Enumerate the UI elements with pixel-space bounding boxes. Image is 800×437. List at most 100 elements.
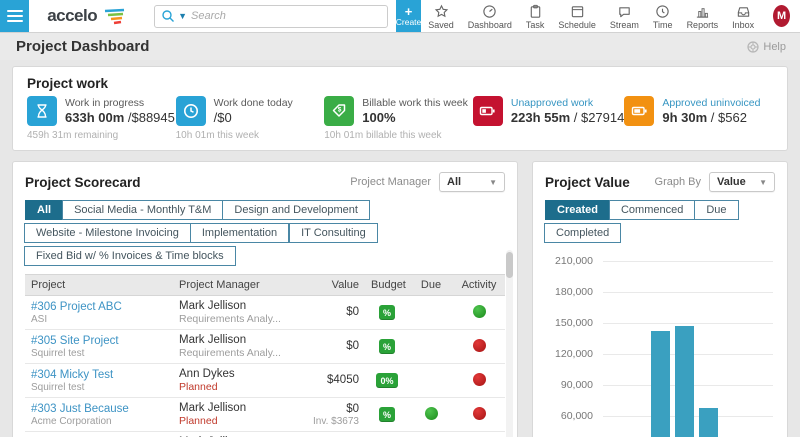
navbar-items: Saved Dashboard Task Schedule Stream Tim… [421,0,761,32]
tab-due[interactable]: Due [694,200,739,220]
stat-subtext [473,130,624,142]
due-status-dot [424,406,438,420]
table-row: #303 Just Because Acme Corporation Mark J… [25,398,505,432]
tab-all[interactable]: All [25,200,64,220]
stat-billable-work: $ Billable work this week 100% 10h 01m b… [324,96,473,142]
project-status: Requirements Analy... [179,347,281,359]
nav-item-reports[interactable]: Reports [680,0,726,32]
chart-bar [699,407,718,437]
project-manager-select[interactable]: All ▼ [439,172,505,192]
budget-badge: % [378,339,395,354]
project-status: Planned [179,381,218,393]
stat-work-in-progress: Work in progress 633h 00m /$88945 459h 3… [27,96,175,141]
project-link[interactable]: #303 Just Because [31,403,167,415]
chart-bar [651,331,670,437]
stat-label[interactable]: Unapproved work [511,97,624,109]
tab-social-media[interactable]: Social Media - Monthly T&M [62,200,224,220]
scorecard-scrollbar[interactable] [506,250,513,437]
value-chart-plot [545,255,775,437]
nav-item-dashboard[interactable]: Dashboard [461,0,519,32]
star-icon [434,4,448,17]
stat-work-done-today: Work done today /$0 10h 01m this week [175,96,325,142]
project-link[interactable]: #306 Project ABC [31,301,167,313]
search-icon[interactable] [161,9,175,23]
project-scorecard-card: Project Scorecard Project Manager All ▼ A… [12,161,518,437]
project-work-title: Project work [27,76,109,91]
scorecard-table: Project Project Manager Value Budget Due… [25,274,505,437]
nav-item-time[interactable]: Time [646,0,680,32]
scorecard-title: Project Scorecard [25,174,141,190]
chart-gridline [603,323,773,324]
project-link[interactable]: #304 Micky Test [31,369,167,381]
help-link[interactable]: Help [747,41,786,53]
project-value: $0 [346,306,359,318]
tab-commenced[interactable]: Commenced [608,200,696,220]
project-value-card: Project Value Graph By Value ▼ Created Co… [532,161,788,437]
nav-item-inbox[interactable]: Inbox [725,0,761,32]
tab-fixed-bid[interactable]: Fixed Bid w/ % Invoices & Time blocks [24,246,236,266]
help-buoy-icon [747,40,759,53]
project-status: Planned [179,415,218,427]
budget-badge: % [378,407,395,422]
project-status: Requirements Analy... [179,313,281,325]
activity-status-dot [472,406,486,420]
manager-name: Ann Dykes [179,368,235,380]
table-row: #304 Micky Test Squirrel test Ann Dykes Pl… [25,364,505,398]
project-company: ASI [31,313,48,325]
nav-item-schedule[interactable]: Schedule [551,0,603,32]
budget-badge: % [378,305,395,320]
hamburger-menu-icon[interactable] [0,0,30,32]
chart-gridline [603,261,773,262]
activity-status-dot [472,304,486,318]
tab-design-development[interactable]: Design and Development [222,200,370,220]
graph-by-label: Graph By [654,176,701,188]
page-title-bar: Project Dashboard Help [0,33,800,60]
value-bar-chart: 210,000 180,000 150,000 120,000 90,000 60,000… [545,255,775,437]
user-avatar[interactable]: M [773,5,790,27]
logo-text: accelo [47,6,98,25]
graph-by-select[interactable]: Value ▼ [709,172,775,192]
nav-item-task[interactable]: Task [519,0,552,32]
nav-item-stream[interactable]: Stream [603,0,646,32]
logo-mark-icon [105,8,125,25]
scorecard-tabs: All Social Media - Monthly T&M Design an… [24,200,505,266]
clock-icon [175,96,206,126]
table-row: #302 ProjectAcme Corporation Mark Jellis… [25,432,505,437]
stat-approved-uninvoiced: Approved uninvoiced 9h 30m / $562 [624,96,773,142]
nav-item-saved[interactable]: Saved [421,0,461,32]
svg-text:$: $ [338,106,342,113]
search-scope-caret-icon[interactable]: ▼ [178,11,187,21]
top-navbar: accelo ▼ + Create Saved Dashboard Task [0,0,800,33]
project-link[interactable]: #305 Site Project [31,335,167,347]
stat-label[interactable]: Approved uninvoiced [662,97,760,109]
budget-badge: 0% [376,373,398,388]
bar-chart-icon [696,7,708,18]
project-work-card: Project work Work in progress 633h 00m /… [12,66,788,151]
table-row: #305 Site Project Squirrel test Mark Jell… [25,330,505,364]
stat-label: Work in progress [65,97,145,109]
tab-website-milestone[interactable]: Website - Milestone Invoicing [24,223,191,243]
table-header: Project Project Manager Value Budget Due… [25,274,505,296]
chevron-down-icon: ▼ [489,177,497,187]
project-value: $0 [346,402,359,415]
search-input[interactable] [191,10,381,22]
project-value: $4050 [327,374,359,386]
main-content: Project work Work in progress 633h 00m /… [0,60,800,437]
hourglass-icon [27,96,57,126]
project-manager-filter-label: Project Manager [350,176,431,188]
scrollbar-thumb[interactable] [506,252,513,278]
create-button[interactable]: + Create [395,0,422,32]
table-row: #306 Project ABC ASI Mark Jellison Require… [25,296,505,330]
battery-mid-icon [624,96,655,126]
clipboard-icon [530,4,540,18]
accelo-logo[interactable]: accelo [29,0,140,32]
tab-created[interactable]: Created [545,200,610,220]
speech-bubble-icon [619,6,630,17]
plus-icon: + [404,3,413,19]
chevron-down-icon: ▼ [759,177,767,187]
stat-subtext: 459h 31m remaining [27,130,119,141]
tab-it-consulting[interactable]: IT Consulting [289,223,378,243]
tab-implementation[interactable]: Implementation [189,223,290,243]
tab-completed[interactable]: Completed [544,223,622,243]
project-value-tabs: Created Commenced Due Completed [544,200,775,243]
